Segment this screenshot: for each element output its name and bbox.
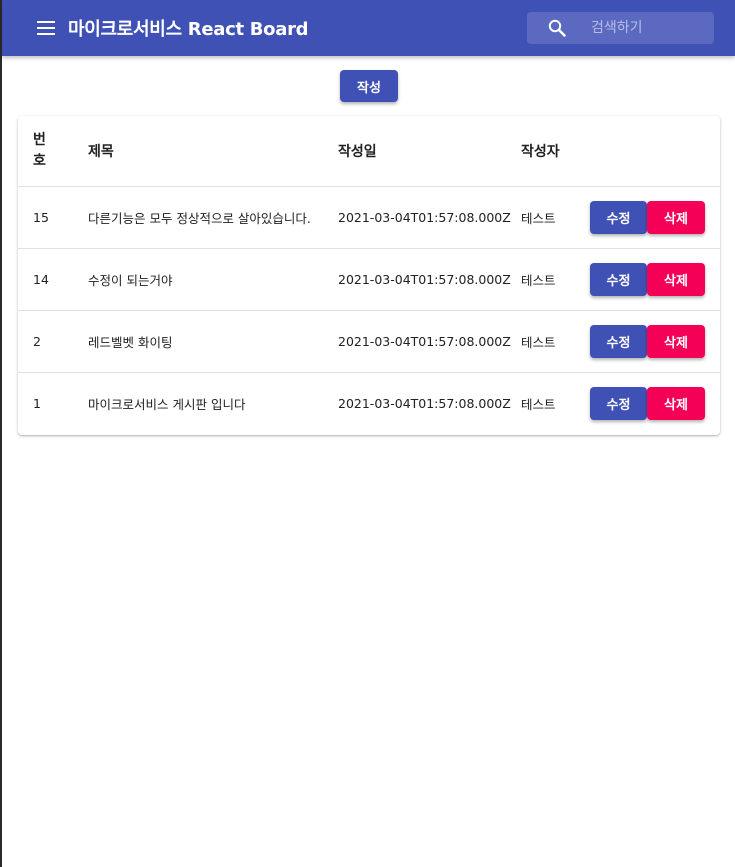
- write-button[interactable]: 작성: [340, 70, 398, 102]
- delete-button[interactable]: 삭제: [647, 262, 705, 296]
- table-row[interactable]: 14 수정이 되는거야 2021-03-04T01:57:08.000Z 테스트…: [18, 248, 720, 310]
- cell-author: 테스트: [521, 396, 556, 412]
- app-title: 마이크로서비스 React Board: [68, 19, 309, 40]
- menu-button[interactable]: [26, 8, 66, 48]
- search-icon-wrap: [533, 12, 581, 44]
- table-header-row: 번호 제목 작성일 작성자: [18, 116, 720, 186]
- edit-button[interactable]: 수정: [590, 200, 647, 234]
- cell-num: 1: [33, 395, 41, 411]
- cell-date: 2021-03-04T01:57:08.000Z: [338, 209, 511, 225]
- edit-button[interactable]: 수정: [590, 324, 647, 358]
- edit-button[interactable]: 수정: [590, 262, 647, 296]
- header-actions: [590, 116, 720, 186]
- cell-actions: 수정 삭제: [590, 310, 720, 372]
- cell-num: 15: [33, 209, 49, 225]
- board-table-container: 번호 제목 작성일 작성자 15 다른기능은 모두 정상적으로 살아있습니다. …: [18, 116, 720, 435]
- delete-button[interactable]: 삭제: [647, 324, 705, 358]
- delete-button[interactable]: 삭제: [647, 386, 705, 420]
- cell-title[interactable]: 마이크로서비스 게시판 입니다: [88, 372, 338, 434]
- delete-button[interactable]: 삭제: [647, 200, 705, 234]
- cell-date: 2021-03-04T01:57:08.000Z: [338, 271, 511, 287]
- cell-actions: 수정 삭제: [590, 186, 720, 248]
- board-table: 번호 제목 작성일 작성자 15 다른기능은 모두 정상적으로 살아있습니다. …: [18, 116, 720, 434]
- cell-num: 2: [33, 333, 41, 349]
- header-date: 작성일: [338, 143, 377, 160]
- search-box[interactable]: [527, 12, 714, 44]
- cell-author: 테스트: [521, 210, 556, 226]
- cell-date: 2021-03-04T01:57:08.000Z: [338, 395, 511, 411]
- app-bar: 마이크로서비스 React Board: [2, 0, 735, 56]
- table-row[interactable]: 15 다른기능은 모두 정상적으로 살아있습니다. 2021-03-04T01:…: [18, 186, 720, 248]
- table-row[interactable]: 2 레드벨벳 화이팅 2021-03-04T01:57:08.000Z 테스트 …: [18, 310, 720, 372]
- cell-author: 테스트: [521, 334, 556, 350]
- table-row[interactable]: 1 마이크로서비스 게시판 입니다 2021-03-04T01:57:08.00…: [18, 372, 720, 434]
- header-num: 번호: [33, 131, 46, 169]
- edit-button[interactable]: 수정: [590, 386, 647, 420]
- cell-title[interactable]: 레드벨벳 화이팅: [88, 310, 338, 372]
- cell-actions: 수정 삭제: [590, 248, 720, 310]
- cell-num: 14: [33, 271, 49, 287]
- cell-author: 테스트: [521, 272, 556, 288]
- cell-title[interactable]: 다른기능은 모두 정상적으로 살아있습니다.: [88, 186, 338, 248]
- cell-title[interactable]: 수정이 되는거야: [88, 248, 338, 310]
- cell-date: 2021-03-04T01:57:08.000Z: [338, 333, 511, 349]
- cell-actions: 수정 삭제: [590, 372, 720, 434]
- menu-icon: [37, 21, 55, 35]
- search-input[interactable]: [591, 20, 711, 36]
- header-author: 작성자: [521, 143, 560, 160]
- window-edge: [0, 0, 2, 867]
- search-icon: [548, 19, 566, 37]
- header-title: 제목: [88, 143, 114, 160]
